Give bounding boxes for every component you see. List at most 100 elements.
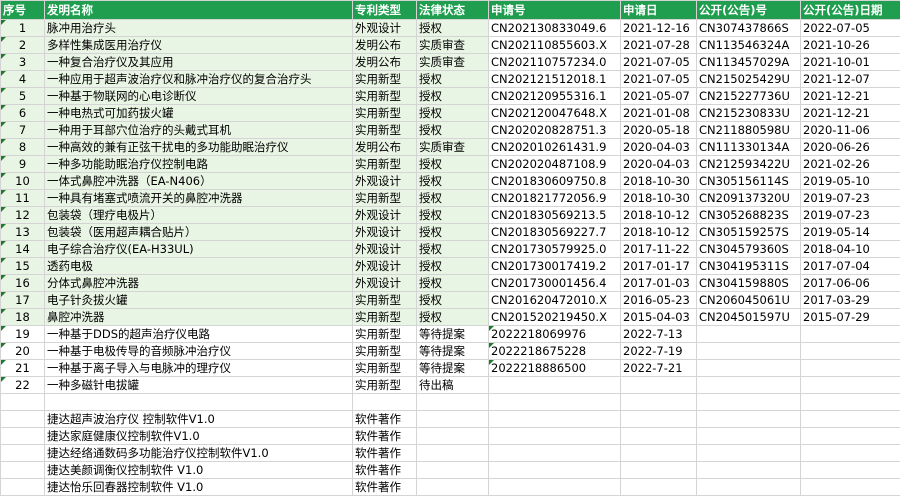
pubdate-cell[interactable] <box>800 410 900 428</box>
appdate-cell[interactable]: 2016-05-23 <box>620 291 697 309</box>
column-header[interactable]: 公开(公告)日期 <box>800 0 900 20</box>
status-cell[interactable]: 授权 <box>416 206 489 224</box>
pubdate-cell[interactable] <box>800 461 900 479</box>
appdate-cell[interactable]: 2020-05-18 <box>620 121 697 139</box>
serial-cell[interactable]: 17 <box>0 291 45 309</box>
appno-cell[interactable]: CN201830569227.7 <box>488 223 621 241</box>
serial-cell[interactable]: 2 <box>0 36 45 54</box>
name-cell[interactable]: 捷达怡乐回春器控制软件 V1.0 <box>44 478 353 496</box>
column-header[interactable]: 发明名称 <box>44 0 353 20</box>
appdate-cell[interactable]: 2022-7-13 <box>620 325 697 343</box>
type-cell[interactable]: 实用新型 <box>352 189 417 207</box>
serial-cell[interactable] <box>0 393 45 411</box>
type-cell[interactable]: 外观设计 <box>352 274 417 292</box>
appno-cell[interactable]: CN202020487108.9 <box>488 155 621 173</box>
pubdate-cell[interactable] <box>800 393 900 411</box>
pubdate-cell[interactable]: 2021-02-26 <box>800 155 900 173</box>
appno-cell[interactable] <box>488 393 621 411</box>
pubdate-cell[interactable]: 2017-07-04 <box>800 257 900 275</box>
appdate-cell[interactable]: 2018-10-30 <box>620 189 697 207</box>
status-cell[interactable] <box>416 478 489 496</box>
pubdate-cell[interactable] <box>800 376 900 394</box>
type-cell[interactable]: 外观设计 <box>352 172 417 190</box>
appdate-cell[interactable]: 2020-04-03 <box>620 155 697 173</box>
pubdate-cell[interactable] <box>800 359 900 377</box>
pubno-cell[interactable] <box>696 342 801 360</box>
column-header[interactable]: 法律状态 <box>416 0 489 20</box>
serial-cell[interactable] <box>0 478 45 496</box>
pubdate-cell[interactable]: 2018-04-10 <box>800 240 900 258</box>
type-cell[interactable]: 实用新型 <box>352 342 417 360</box>
pubdate-cell[interactable]: 2019-07-23 <box>800 206 900 224</box>
type-cell[interactable]: 软件著作 <box>352 410 417 428</box>
pubno-cell[interactable]: CN209137320U <box>696 189 801 207</box>
appno-cell[interactable]: CN202110757234.0 <box>488 53 621 71</box>
name-cell[interactable]: 脉冲用治疗头 <box>44 19 353 37</box>
status-cell[interactable]: 实质审查 <box>416 53 489 71</box>
serial-cell[interactable] <box>0 427 45 445</box>
type-cell[interactable]: 实用新型 <box>352 104 417 122</box>
appno-cell[interactable]: CN201730017419.2 <box>488 257 621 275</box>
appno-cell[interactable]: 2022218886500 <box>488 359 621 377</box>
appdate-cell[interactable]: 2021-05-07 <box>620 87 697 105</box>
name-cell[interactable]: 一种具有堵塞式喷流开关的鼻腔冲洗器 <box>44 189 353 207</box>
name-cell[interactable]: 包装袋（医用超声耦合贴片） <box>44 223 353 241</box>
serial-cell[interactable] <box>0 410 45 428</box>
status-cell[interactable]: 授权 <box>416 155 489 173</box>
name-cell[interactable]: 一体式鼻腔冲洗器（EA-N406） <box>44 172 353 190</box>
status-cell[interactable] <box>416 410 489 428</box>
pubdate-cell[interactable]: 2021-12-21 <box>800 104 900 122</box>
appdate-cell[interactable]: 2021-07-05 <box>620 70 697 88</box>
pubdate-cell[interactable]: 2020-11-06 <box>800 121 900 139</box>
pubdate-cell[interactable] <box>800 325 900 343</box>
appdate-cell[interactable] <box>620 427 697 445</box>
appno-cell[interactable]: CN201730579925.0 <box>488 240 621 258</box>
pubno-cell[interactable] <box>696 325 801 343</box>
appdate-cell[interactable]: 2018-10-12 <box>620 206 697 224</box>
type-cell[interactable]: 外观设计 <box>352 240 417 258</box>
appdate-cell[interactable]: 2017-01-17 <box>620 257 697 275</box>
type-cell[interactable]: 外观设计 <box>352 223 417 241</box>
type-cell[interactable]: 发明公布 <box>352 138 417 156</box>
appno-cell[interactable] <box>488 376 621 394</box>
type-cell[interactable]: 实用新型 <box>352 87 417 105</box>
pubno-cell[interactable]: CN206045061U <box>696 291 801 309</box>
appno-cell[interactable]: CN202020828751.3 <box>488 121 621 139</box>
appno-cell[interactable]: CN201520219450.X <box>488 308 621 326</box>
column-header[interactable]: 申请日 <box>620 0 697 20</box>
pubdate-cell[interactable]: 2019-05-10 <box>800 172 900 190</box>
appno-cell[interactable]: 2022218675228 <box>488 342 621 360</box>
type-cell[interactable]: 软件著作 <box>352 461 417 479</box>
status-cell[interactable]: 待出稿 <box>416 376 489 394</box>
pubno-cell[interactable]: CN215025429U <box>696 70 801 88</box>
pubno-cell[interactable] <box>696 410 801 428</box>
appdate-cell[interactable]: 2021-01-08 <box>620 104 697 122</box>
pubno-cell[interactable]: CN113457029A <box>696 53 801 71</box>
appno-cell[interactable]: CN202130833049.6 <box>488 19 621 37</box>
pubdate-cell[interactable] <box>800 342 900 360</box>
appdate-cell[interactable]: 2021-12-16 <box>620 19 697 37</box>
pubdate-cell[interactable]: 2021-10-26 <box>800 36 900 54</box>
pubno-cell[interactable] <box>696 376 801 394</box>
name-cell[interactable]: 透药电极 <box>44 257 353 275</box>
pubdate-cell[interactable]: 2022-07-05 <box>800 19 900 37</box>
status-cell[interactable]: 授权 <box>416 291 489 309</box>
status-cell[interactable]: 授权 <box>416 189 489 207</box>
appno-cell[interactable] <box>488 478 621 496</box>
serial-cell[interactable]: 21 <box>0 359 45 377</box>
appno-cell[interactable]: CN202120047648.X <box>488 104 621 122</box>
pubno-cell[interactable]: CN305159257S <box>696 223 801 241</box>
name-cell[interactable]: 一种电热式可加药拔火罐 <box>44 104 353 122</box>
status-cell[interactable] <box>416 393 489 411</box>
appno-cell[interactable]: 2022218069976 <box>488 325 621 343</box>
name-cell[interactable]: 一种基于物联网的心电诊断仪 <box>44 87 353 105</box>
pubdate-cell[interactable]: 2017-03-29 <box>800 291 900 309</box>
name-cell[interactable]: 鼻腔冲洗器 <box>44 308 353 326</box>
appdate-cell[interactable]: 2022-7-19 <box>620 342 697 360</box>
name-cell[interactable]: 多样性集成医用治疗仪 <box>44 36 353 54</box>
type-cell[interactable]: 外观设计 <box>352 257 417 275</box>
serial-cell[interactable]: 13 <box>0 223 45 241</box>
serial-cell[interactable]: 12 <box>0 206 45 224</box>
type-cell[interactable]: 实用新型 <box>352 376 417 394</box>
pubdate-cell[interactable]: 2020-06-26 <box>800 138 900 156</box>
